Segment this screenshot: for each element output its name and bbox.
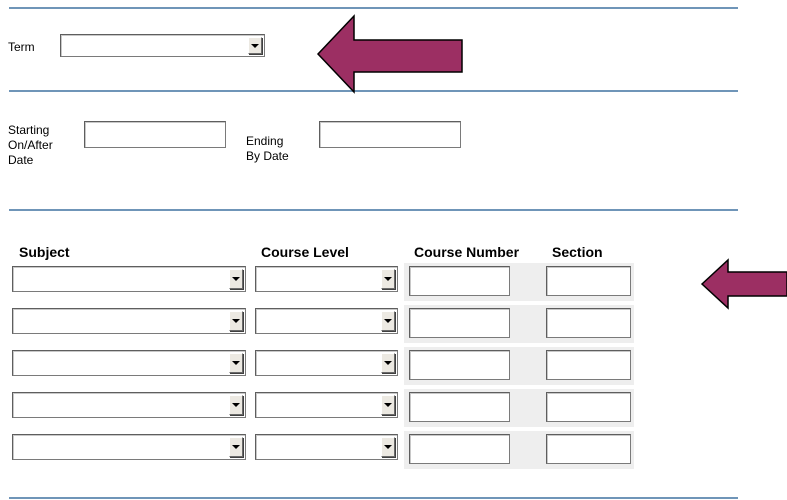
- term-select[interactable]: [60, 34, 265, 57]
- subject-select[interactable]: [12, 434, 246, 460]
- chevron-down-icon[interactable]: [229, 353, 243, 373]
- course-number-input[interactable]: [409, 350, 510, 380]
- start-date-label: Starting On/After Date: [8, 123, 53, 168]
- chevron-down-icon[interactable]: [229, 395, 243, 415]
- section-input[interactable]: [546, 266, 631, 296]
- chevron-down-icon[interactable]: [229, 437, 243, 457]
- chevron-down-icon[interactable]: [381, 353, 395, 373]
- chevron-down-icon[interactable]: [229, 311, 243, 331]
- chevron-down-icon[interactable]: [248, 37, 262, 54]
- course-level-select[interactable]: [255, 350, 398, 376]
- end-date-label-line: By Date: [246, 149, 289, 163]
- section-input[interactable]: [546, 392, 631, 422]
- section-input[interactable]: [546, 434, 631, 464]
- start-date-label-line: Starting: [8, 123, 50, 137]
- course-level-select[interactable]: [255, 266, 398, 292]
- divider-3: [9, 209, 738, 211]
- start-date-label-line: Date: [8, 153, 34, 167]
- header-subject: Subject: [19, 244, 70, 260]
- course-level-select[interactable]: [255, 392, 398, 418]
- subject-select[interactable]: [12, 266, 246, 292]
- chevron-down-icon[interactable]: [381, 269, 395, 289]
- left-arrow-annotation: [316, 14, 463, 94]
- course-level-select[interactable]: [255, 308, 398, 334]
- chevron-down-icon[interactable]: [381, 437, 395, 457]
- course-level-select[interactable]: [255, 434, 398, 460]
- subject-select[interactable]: [12, 350, 246, 376]
- header-section: Section: [552, 244, 603, 260]
- end-date-input[interactable]: [319, 121, 461, 148]
- end-date-label: Ending By Date: [246, 134, 289, 164]
- course-number-input[interactable]: [409, 266, 510, 296]
- chevron-down-icon[interactable]: [381, 311, 395, 331]
- term-label: Term: [8, 40, 35, 54]
- chevron-down-icon[interactable]: [381, 395, 395, 415]
- course-number-input[interactable]: [409, 392, 510, 422]
- course-number-input[interactable]: [409, 434, 510, 464]
- course-number-input[interactable]: [409, 308, 510, 338]
- left-arrow-annotation: [700, 258, 787, 310]
- subject-select[interactable]: [12, 392, 246, 418]
- divider-top: [9, 7, 738, 9]
- subject-select[interactable]: [12, 308, 246, 334]
- divider-bottom: [9, 497, 738, 499]
- header-course-number: Course Number: [414, 244, 520, 260]
- start-date-input[interactable]: [84, 121, 226, 148]
- end-date-label-line: Ending: [246, 134, 284, 148]
- section-input[interactable]: [546, 308, 631, 338]
- header-course-level: Course Level: [261, 244, 349, 260]
- start-date-label-line: On/After: [8, 138, 53, 152]
- chevron-down-icon[interactable]: [229, 269, 243, 289]
- section-input[interactable]: [546, 350, 631, 380]
